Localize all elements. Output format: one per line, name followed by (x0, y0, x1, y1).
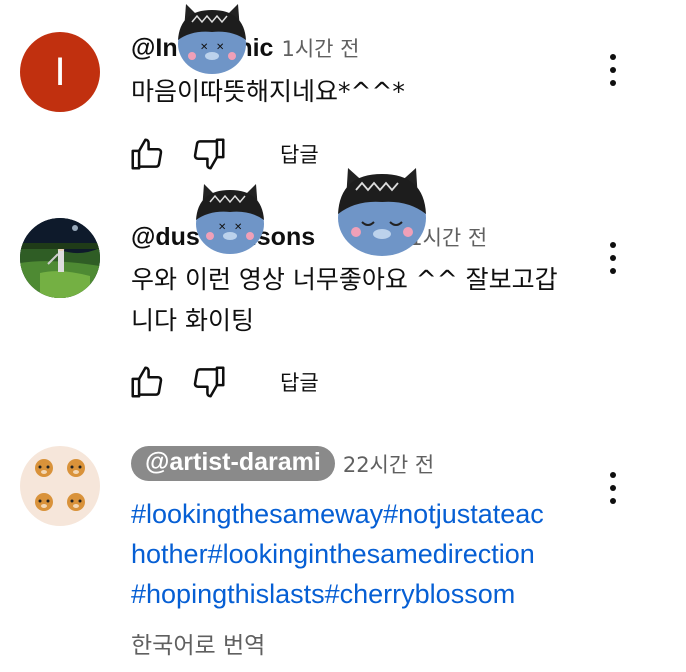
cat-sticker-2: ✕ ✕ (196, 184, 264, 254)
tiger-faces-avatar (20, 446, 100, 526)
comment-text-line-2: 니다 화이팅 (131, 306, 254, 335)
golf-photo-avatar (20, 218, 100, 298)
avatar[interactable] (20, 218, 100, 298)
svg-text:✕: ✕ (234, 222, 242, 233)
reply-button[interactable]: 답글 (280, 367, 319, 397)
avatar[interactable] (20, 446, 100, 526)
timestamp[interactable]: 1시간 전 (281, 33, 359, 63)
translate-button[interactable]: 한국어로 번역 (131, 626, 265, 660)
svg-text:✕: ✕ (218, 222, 226, 233)
comment-3: @artist-darami 22시간 전 #lookingthesameway… (0, 430, 686, 672)
reply-button[interactable]: 답글 (280, 139, 319, 169)
thumbs-down-icon[interactable] (190, 135, 228, 173)
hashtags-line-3[interactable]: #hopingthislasts#cherryblossom (131, 574, 591, 614)
avatar[interactable]: I (20, 32, 100, 112)
thumbs-down-icon[interactable] (190, 363, 228, 401)
action-bar: 답글 (128, 135, 319, 173)
thumbs-up-icon[interactable] (128, 363, 166, 401)
more-options-icon[interactable] (598, 468, 628, 508)
thumbs-up-icon[interactable] (128, 135, 166, 173)
comment-header: @artist-darami 22시간 전 (131, 446, 434, 481)
svg-text:✕: ✕ (200, 42, 208, 53)
author-handle-pill[interactable]: @artist-darami (131, 446, 335, 481)
comment-header: @dus nsons oti... 1시간 전 (131, 222, 487, 252)
avatar-letter: I (54, 49, 66, 94)
comment-text-line-1: 우와 이런 영상 너무좋아요 ^^ 잘보고갑 (131, 265, 558, 294)
more-options-icon[interactable] (598, 50, 628, 90)
hashtags-line-2[interactable]: hother#lookinginthesamedirection (131, 534, 591, 574)
timestamp[interactable]: 22시간 전 (343, 449, 434, 479)
svg-text:✕: ✕ (216, 42, 224, 53)
hashtags-line-1[interactable]: #lookingthesameway#notjustateac (131, 494, 591, 534)
cat-sticker-1: ✕ ✕ (178, 4, 246, 74)
action-bar: 답글 (128, 363, 319, 401)
cat-sticker-3 (338, 168, 426, 256)
more-options-icon[interactable] (598, 238, 628, 278)
